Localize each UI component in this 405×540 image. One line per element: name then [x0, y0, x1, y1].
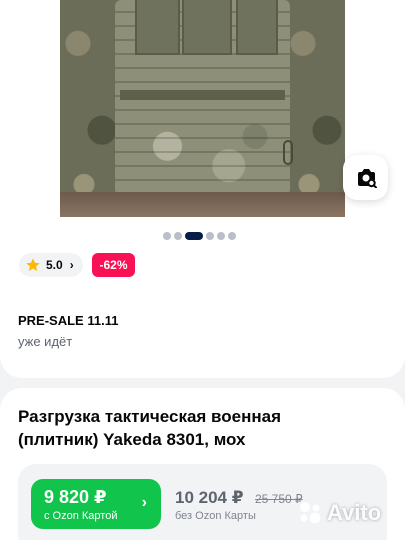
avito-watermark: Avito [297, 500, 381, 526]
pouch-shape [236, 0, 278, 55]
pagination-dot[interactable] [163, 232, 171, 240]
ozon-card-price-button[interactable]: 9 820 ₽ с Ozon Картой › [31, 479, 161, 529]
watermark-text: Avito [327, 500, 382, 525]
gallery-pagination [163, 231, 236, 241]
pouch-shape [135, 0, 180, 55]
pagination-dot[interactable] [217, 232, 225, 240]
camera-search-icon [357, 168, 377, 188]
discount-badge: -62% [92, 253, 135, 277]
visual-search-button[interactable] [343, 155, 388, 200]
sleeve-left [60, 0, 120, 217]
chevron-right-icon: › [141, 494, 147, 511]
presale-subtitle: уже идёт [18, 334, 73, 349]
pagination-dot[interactable] [174, 232, 182, 240]
regular-price: 10 204 ₽ [175, 488, 244, 507]
ozon-price: 9 820 ₽ [44, 487, 107, 507]
regular-price-caption: без Ozon Карты [175, 510, 256, 522]
product-gallery-card: 5.0 › -62% PRE-SALE 11.11 уже идёт [0, 0, 405, 378]
sleeve-right [285, 0, 345, 217]
avito-logo-icon [300, 502, 321, 524]
pouch-shape [182, 0, 232, 55]
product-photo[interactable] [60, 0, 345, 217]
ozon-price-caption: с Ozon Картой [44, 510, 118, 522]
pagination-dot[interactable] [206, 232, 214, 240]
old-price: 25 750 ₽ [255, 492, 303, 506]
molle-flap [120, 90, 285, 100]
buckle-shape [283, 140, 293, 165]
chevron-right-icon: › [69, 258, 74, 272]
pagination-dot-active[interactable] [185, 232, 203, 240]
rating-button[interactable]: 5.0 › [19, 253, 83, 277]
photo-background [60, 192, 345, 217]
product-title: Разгрузка тактическая военная (плитник) … [18, 407, 282, 449]
rating-value: 5.0 [46, 258, 63, 272]
star-icon [26, 258, 40, 271]
presale-title: PRE-SALE 11.11 [18, 313, 119, 328]
pagination-dot[interactable] [228, 232, 236, 240]
